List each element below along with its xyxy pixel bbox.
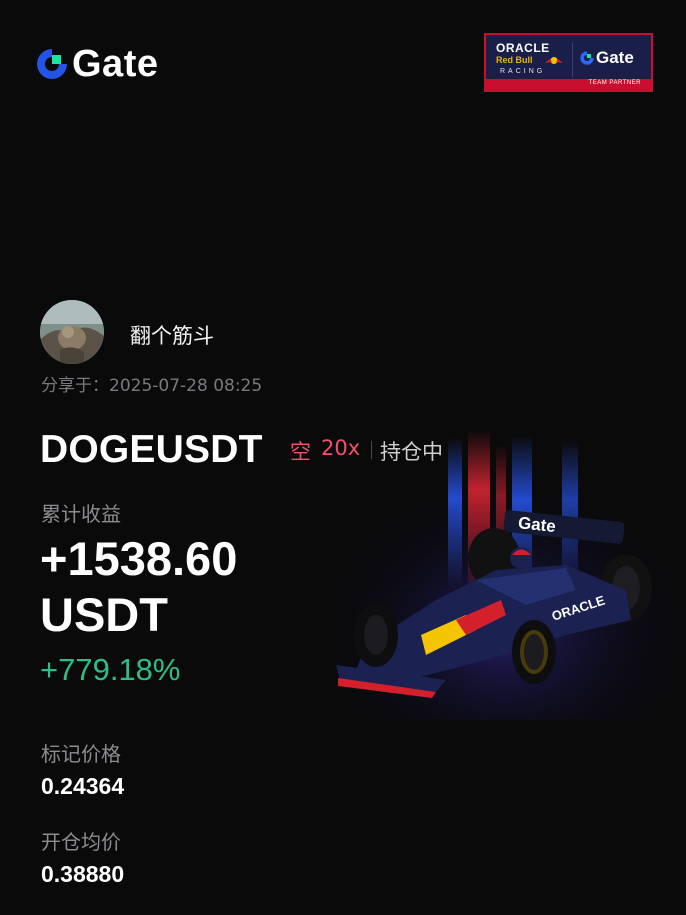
gate-logo-icon <box>37 49 67 79</box>
partner-redbull-text: Red Bull <box>496 55 533 65</box>
avatar <box>40 300 104 364</box>
username: 翻个筋斗 <box>130 324 214 348</box>
svg-text:Gate: Gate <box>517 513 557 536</box>
share-timestamp: 2025-07-28 08:25 <box>109 376 263 396</box>
red-bull-icon <box>545 57 563 64</box>
team-partner-badge: ORACLE Red Bull RACING Gate TEAM PARTNER <box>484 33 653 92</box>
f1-car-illustration: Gate ORACLE <box>326 430 686 720</box>
share-time: 分享于：2025-07-28 08:25 <box>41 371 262 396</box>
gate-wordmark: Gate <box>72 43 159 85</box>
mark-price-value: 0.24364 <box>41 773 125 799</box>
gate-logo: Gate <box>34 43 159 85</box>
partner-footer-bar: TEAM PARTNER <box>486 79 651 90</box>
position-status: 持仓中 <box>380 440 443 464</box>
gate-logo-icon <box>580 51 594 65</box>
badge-divider <box>371 441 372 459</box>
partner-gate-logo: Gate <box>579 48 634 68</box>
partner-oracle-text: ORACLE <box>496 41 550 55</box>
partner-gate-text: Gate <box>596 48 634 67</box>
position-side-badge: 空 <box>290 440 311 464</box>
roi-percentage: +779.18% <box>40 652 181 687</box>
leverage-badge: 20x <box>321 436 361 460</box>
partner-racing-text: RACING <box>500 68 546 75</box>
mark-price-label: 标记价格 <box>41 742 121 766</box>
share-label: 分享于： <box>41 376 109 396</box>
partner-footer-text: TEAM PARTNER <box>588 80 641 86</box>
trading-pair: DOGEUSDT <box>40 428 263 471</box>
avatar-image <box>40 300 104 364</box>
entry-price-value: 0.38880 <box>41 861 125 887</box>
partner-divider <box>572 43 573 77</box>
cumulative-pnl-unit: USDT <box>40 588 168 641</box>
cumulative-pnl-value: +1538.60 <box>40 532 238 585</box>
entry-price-label: 开仓均价 <box>41 830 121 854</box>
cumulative-pnl-label: 累计收益 <box>41 502 121 526</box>
